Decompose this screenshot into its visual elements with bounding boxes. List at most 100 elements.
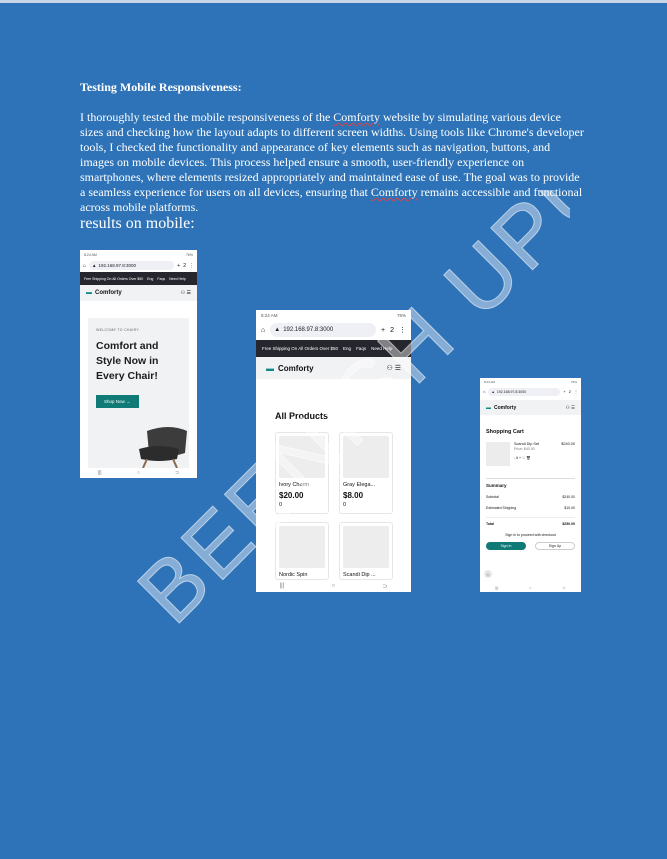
phone-screenshot-home: 8:24 AM 76% ⌂ ▲ 192.168.97.8:3000 + 2 ⋮ F…	[80, 250, 197, 478]
product-price: $8.00	[343, 491, 364, 500]
promo-bar: Free Shipping On All Orders Over $50 Eng…	[80, 272, 197, 285]
user-and-menu-icons[interactable]: ⚇ ☰	[387, 364, 402, 372]
faqs-link[interactable]: Faqs	[157, 277, 165, 281]
product-card[interactable]: Gray Elega... $8.00 0	[339, 432, 393, 514]
url-field[interactable]: ▲ 192.168.97.8:3000	[488, 387, 561, 396]
hero-title: Comfort and Style Now in Every Chair!	[96, 340, 159, 382]
status-bar: 8:24 AM 76%	[480, 378, 581, 386]
product-grid: Ivory Charm $20.00 0 Gray Elega... $8.00…	[275, 432, 393, 580]
help-link[interactable]: Need Help	[371, 346, 392, 351]
site-navbar: ▬ Comforty ⚇ ☰	[480, 400, 581, 415]
status-time: 8:24 AM	[261, 312, 278, 318]
hero-welcome: WELCOME TO CHAIRY	[96, 328, 140, 332]
url-field[interactable]: ▲ 192.168.97.8:3000	[270, 323, 376, 337]
product-qty: 0	[279, 502, 283, 508]
phone-screenshot-products: 8:24 AM 76% ⌂ ▲ 192.168.97.8:3000 + 2 ⋮ F…	[256, 310, 411, 592]
scroll-button-icon[interactable]: ◇	[484, 570, 492, 578]
shipping-value: $10.00	[564, 506, 575, 510]
auth-buttons: Sign In Sign Up	[486, 542, 575, 550]
sofa-icon: ▬	[266, 363, 274, 373]
back-icon[interactable]: ⊃	[382, 583, 387, 590]
brand-logo[interactable]: ▬ Comforty	[86, 290, 122, 296]
chair-image	[139, 427, 187, 468]
sign-up-button[interactable]: Sign Up	[535, 542, 575, 550]
subtotal-value: $240.00	[562, 495, 575, 499]
home-icon[interactable]: ⌂	[261, 327, 265, 334]
product-card[interactable]: Scandi Dip ...	[339, 522, 393, 580]
home-circle-icon[interactable]: ○	[137, 470, 140, 476]
promo-text: Free Shipping On All Orders Over $50	[84, 276, 144, 281]
url-text: 192.168.97.8:3000	[283, 327, 334, 333]
product-qty: 0	[343, 502, 347, 508]
android-nav-bar: ||| ○ ⊃	[480, 583, 581, 592]
section-title: All Products	[275, 411, 329, 421]
home-icon[interactable]: ⌂	[483, 389, 485, 394]
android-nav-bar: ||| ○ ⊃	[80, 468, 197, 478]
tabs-icon[interactable]: 2	[569, 389, 571, 394]
product-card[interactable]: Ivory Charm $20.00 0	[275, 432, 329, 514]
recents-icon[interactable]: |||	[280, 583, 285, 589]
tabs-icon[interactable]: 2	[390, 327, 394, 334]
section-heading: Testing Mobile Responsiveness:	[80, 80, 242, 94]
home-circle-icon[interactable]: ○	[332, 583, 336, 589]
summary-row: Estimated Shipping $10.00	[486, 506, 575, 510]
home-icon[interactable]: ⌂	[83, 263, 86, 269]
status-bar: 8:24 AM 76%	[80, 250, 197, 259]
brand-word: Comforty	[333, 110, 380, 124]
faqs-link[interactable]: Faqs	[356, 346, 366, 351]
new-tab-icon[interactable]: +	[177, 263, 180, 269]
phone-screenshot-cart: 8:24 AM 76% ⌂ ▲ 192.168.97.8:3000 + 2 ⋮ ▬…	[480, 378, 581, 592]
url-field[interactable]: ▲ 192.168.97.8:3000	[89, 261, 175, 270]
tabs-icon[interactable]: 2	[183, 263, 186, 269]
user-and-menu-icons[interactable]: ⚇ ☰	[566, 405, 575, 411]
brand-name: Comforty	[494, 404, 517, 411]
quantity-stepper[interactable]: - 6 + ♡ 🗑	[514, 456, 575, 460]
cart-item-total: $240.00	[561, 442, 575, 446]
menu-dots-icon[interactable]: ⋮	[189, 263, 194, 269]
recents-icon[interactable]: |||	[495, 585, 498, 590]
product-card[interactable]: Nordic Spin	[275, 522, 329, 580]
back-icon[interactable]: ⊃	[175, 470, 179, 476]
user-and-menu-icons[interactable]: ⚇ ☰	[181, 290, 191, 296]
recents-icon[interactable]: |||	[98, 470, 102, 476]
product-name: Scandi Dip ...	[343, 572, 376, 578]
brand-name: Comforty	[278, 363, 314, 373]
cart-item-name: Scandi Dip Set	[514, 442, 540, 446]
menu-dots-icon[interactable]: ⋮	[574, 389, 578, 394]
language-select[interactable]: Eng	[343, 346, 351, 351]
brand-name: Comforty	[95, 290, 122, 296]
cart-item-price: Price: $40.00	[514, 447, 535, 451]
product-price: $20.00	[279, 491, 304, 500]
results-label: results on mobile:	[80, 215, 195, 232]
brand-logo[interactable]: ▬ Comforty	[266, 364, 314, 373]
home-circle-icon[interactable]: ○	[529, 585, 531, 590]
total-value: $250.00	[562, 522, 575, 526]
product-image	[279, 436, 325, 478]
status-bar: 8:24 AM 76%	[256, 310, 411, 320]
status-time: 8:24 AM	[84, 252, 97, 257]
sign-in-button[interactable]: Sign In	[486, 542, 526, 550]
status-battery: 76%	[570, 380, 577, 384]
warning-icon: ▲	[92, 263, 97, 268]
paragraph-text: I thoroughly tested the mobile responsiv…	[80, 110, 334, 124]
menu-dots-icon[interactable]: ⋮	[399, 326, 406, 334]
status-battery: 76%	[396, 312, 406, 318]
new-tab-icon[interactable]: +	[381, 327, 385, 334]
shop-now-button[interactable]: Shop Now →	[96, 395, 139, 408]
product-name: Nordic Spin	[279, 572, 308, 578]
browser-address-bar: ⌂ ▲ 192.168.97.8:3000 + 2 ⋮	[80, 259, 197, 272]
promo-bar: Free Shipping On All Orders Over $50 Eng…	[256, 340, 411, 357]
language-select[interactable]: Eng	[147, 277, 153, 281]
brand-logo[interactable]: ▬ Comforty	[486, 405, 516, 411]
help-link[interactable]: Need Help	[169, 277, 186, 281]
sofa-icon: ▬	[486, 404, 491, 411]
site-navbar: ▬ Comforty ⚇ ☰	[256, 357, 411, 379]
summary-row: Total $250.00	[486, 517, 575, 526]
back-icon[interactable]: ⊃	[562, 585, 565, 590]
products-section: All Products Ivory Charm $20.00 0 Gray E…	[256, 379, 411, 592]
android-nav-bar: ||| ○ ⊃	[256, 580, 411, 592]
document-body: Testing Mobile Responsiveness: I thoroug…	[80, 80, 585, 233]
new-tab-icon[interactable]: +	[563, 389, 565, 394]
product-image	[343, 436, 389, 478]
cart-item-image	[486, 442, 510, 466]
